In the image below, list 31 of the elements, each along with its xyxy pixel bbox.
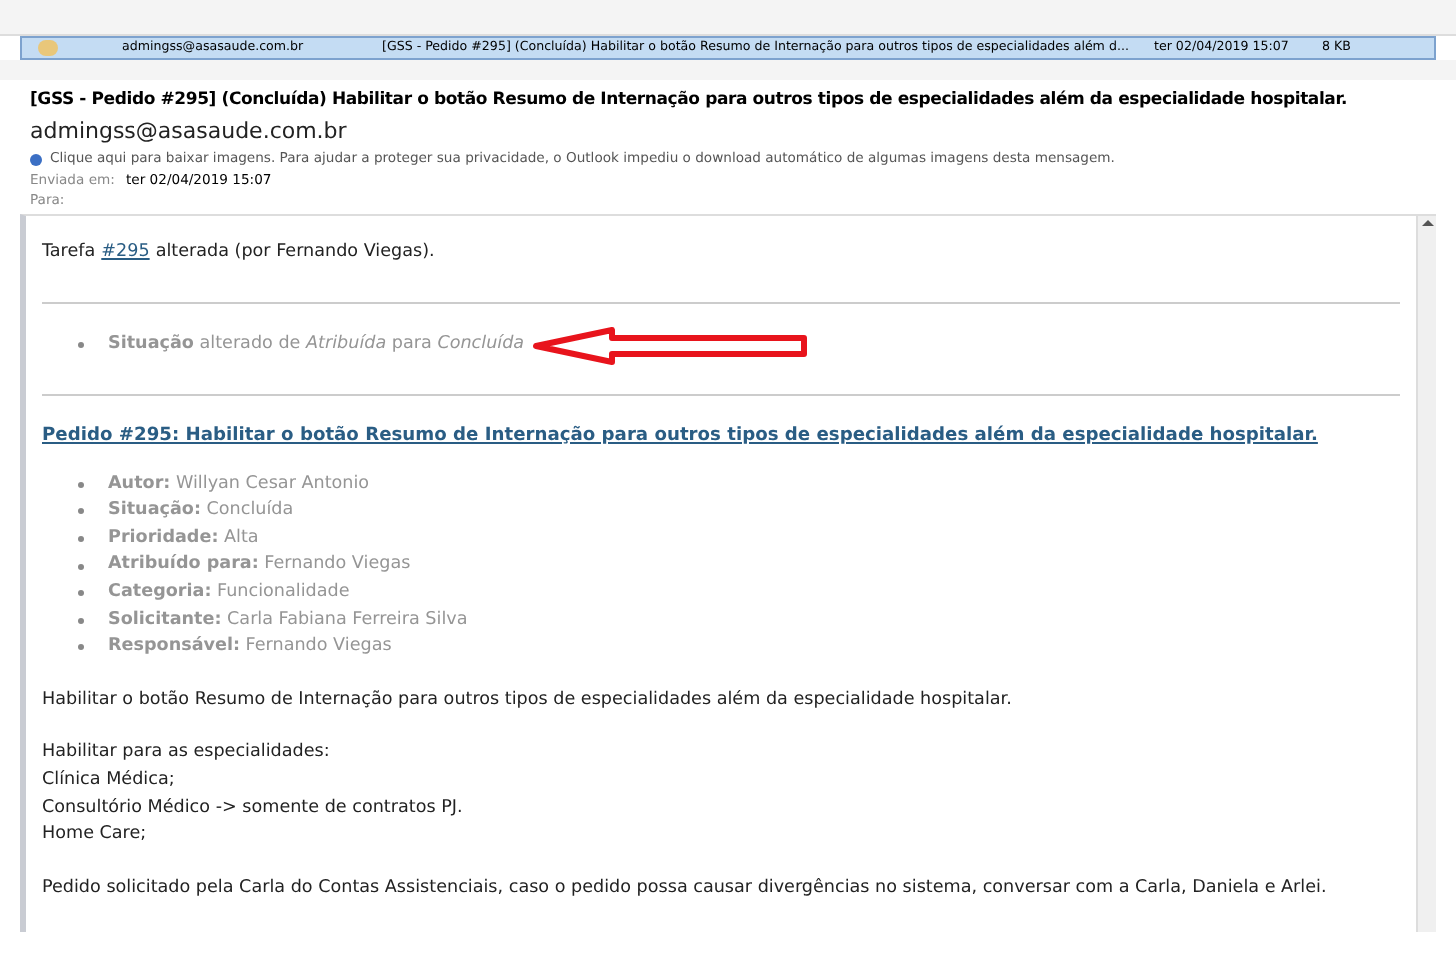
scrollbar[interactable] <box>1416 216 1436 932</box>
body-text: Home Care; <box>42 822 149 849</box>
issue-title-link[interactable]: Pedido #295: Habilitar o botão Resumo de Internação para outros tipos de especialidades além da especialidade hospitalar. <box>42 421 1318 450</box>
bullet-icon <box>78 481 84 488</box>
bullet-icon <box>78 508 84 515</box>
email-subject: [GSS - Pedido #295] (Concluída) Habilitar o botão Resumo de Internação para outros tipos de especialidades além da especialidade hospitalar. <box>30 88 1348 114</box>
sender-address: admingss@asasaude.com.br <box>30 118 349 146</box>
body-text: Clínica Médica; <box>42 767 177 794</box>
detail-text: Categoria: Funcionalidade <box>108 579 350 606</box>
detail-text: Responsável: Fernando Viegas <box>108 634 392 661</box>
bullet-icon <box>78 644 84 651</box>
scroll-up-icon[interactable] <box>1421 220 1433 226</box>
detail-text: Situação: Concluída <box>108 498 294 525</box>
bullet-icon <box>78 536 84 543</box>
info-icon <box>30 153 42 165</box>
detail-text: Autor: Willyan Cesar Antonio <box>108 471 370 498</box>
body-text: Habilitar o botão Resumo de Internação para outros tipos de especialidades além da especialidade hospitalar. <box>42 687 1014 714</box>
detail-text: Atribuído para: Fernando Viegas <box>108 552 411 579</box>
bullet-icon <box>78 563 84 570</box>
change-text: Situação alterado de Atribuída para Concluída <box>108 331 525 358</box>
detail-text: Solicitante: Carla Fabiana Ferreira Silva <box>108 607 468 634</box>
bullet-icon <box>78 617 84 624</box>
bullet-icon <box>78 590 84 597</box>
bullet-icon <box>78 342 84 349</box>
issue-link[interactable]: #295 <box>101 240 150 268</box>
intro-text: alterada (por Fernando Viegas). <box>155 240 435 266</box>
detail-text: Prioridade: Alta <box>108 525 259 552</box>
body-text: Consultório Médico -> somente de contratos PJ. <box>42 795 465 822</box>
intro-text: Tarefa <box>42 240 96 266</box>
body-text: Habilitar para as especialidades: <box>42 740 332 767</box>
body-text: Pedido solicitado pela Carla do Contas Assistenciais, caso o pedido possa causar divergências no sistema, conversar com a Carla, Daniela e Arlei. <box>42 875 1329 902</box>
